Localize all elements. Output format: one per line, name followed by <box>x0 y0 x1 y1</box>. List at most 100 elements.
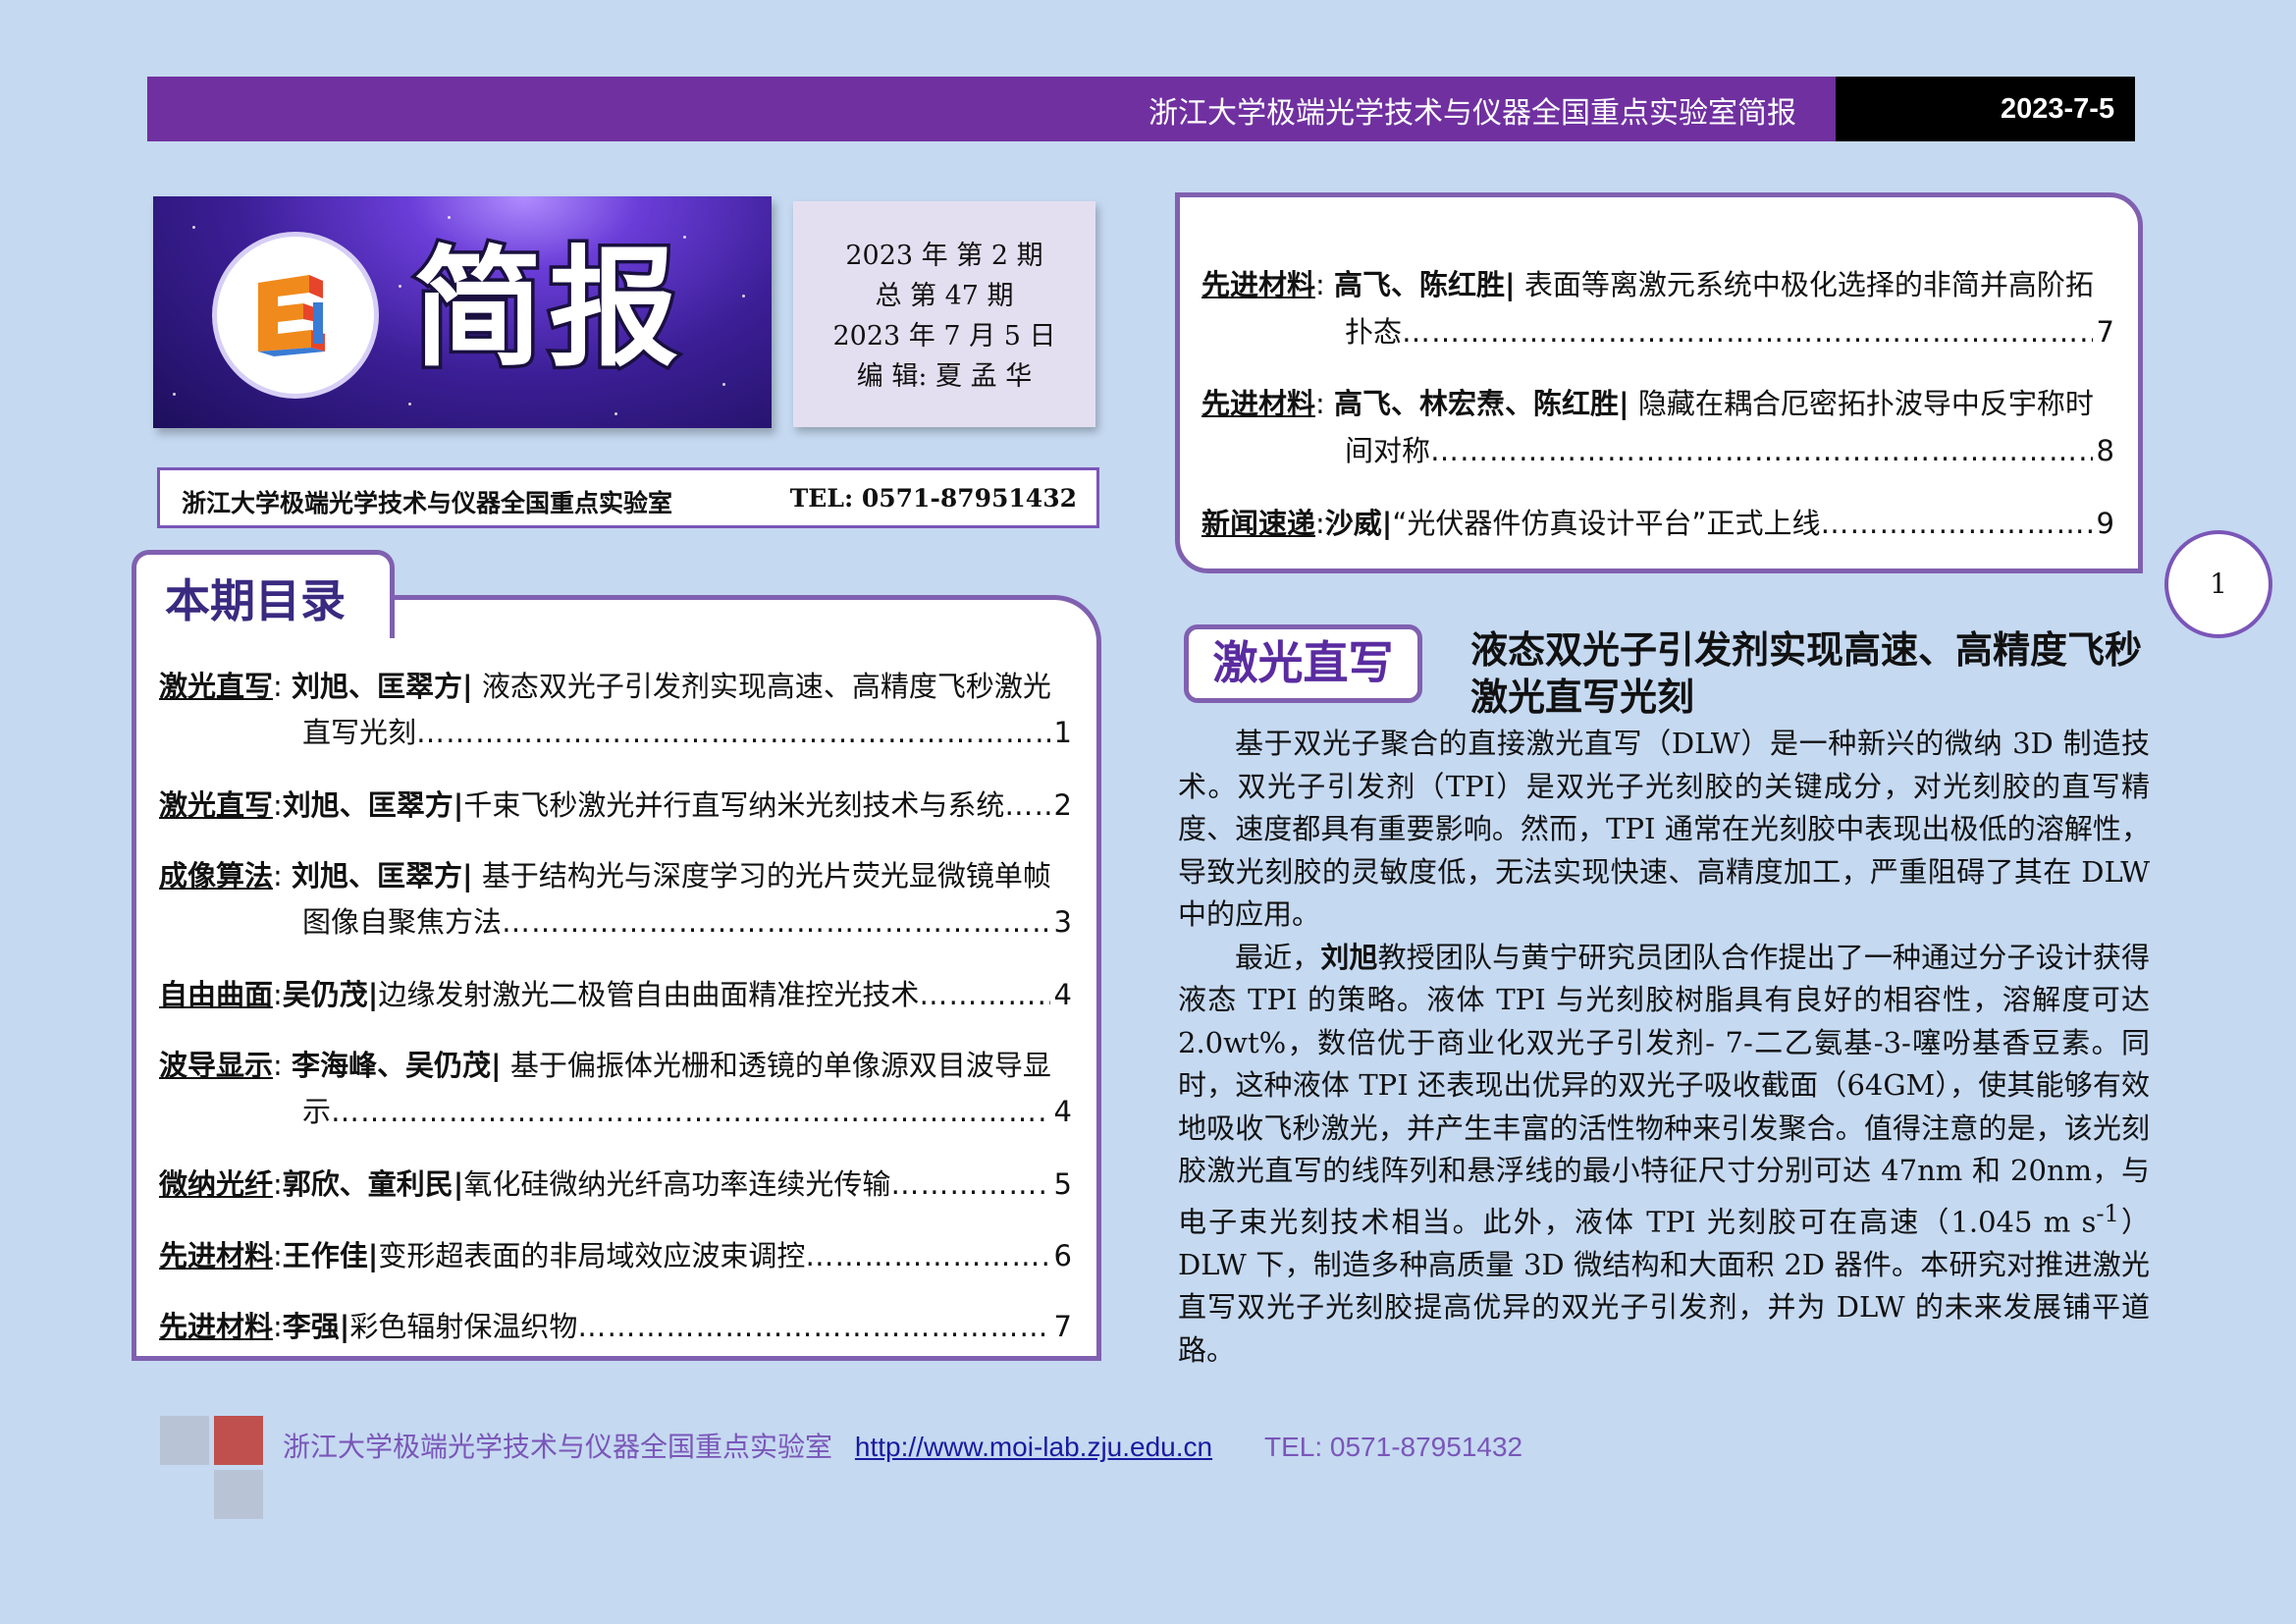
toc-authors: 刘旭、匡翠方| <box>292 859 473 893</box>
toc-title-text: 基于结构光与深度学习的光片荧光显微镜单帧 <box>472 859 1051 893</box>
toc-page: 7 <box>1053 1310 1072 1343</box>
footer-website-link[interactable]: http://www.moi-lab.zju.edu.cn <box>855 1432 1212 1462</box>
article-body: 基于双光子聚合的直接激光直写（DLW）是一种新兴的微纳 3D 制造技术。双光子引… <box>1178 723 2150 1372</box>
article-text: 教授团队与黄宁研究员团队合作提出了一种通过分子设计获得液态 TPI 的策略。液体… <box>1178 940 2150 1239</box>
footer-lab-name: 浙江大学极端光学技术与仪器全国重点实验室 <box>283 1431 833 1463</box>
toc-authors: 高飞、林宏焘、陈红胜| <box>1334 387 1629 420</box>
toc-title-text: 隐藏在耦合厄密拓扑波导中反宇称时 <box>1629 387 2094 420</box>
toc-entry[interactable]: 先进材料: 高飞、林宏焘、陈红胜| 隐藏在耦合厄密拓扑波导中反宇称时 间对称……… <box>1201 380 2114 474</box>
toc-authors: 李海峰、吴仍茂| <box>292 1049 502 1082</box>
toc-leader: …………………………………………………………………………………………………………… <box>890 1167 1049 1201</box>
toc-leader: …………………………………………………………………………………………………………… <box>1402 315 2093 349</box>
toc-entry[interactable]: 激光直写: 刘旭、匡翠方| 液态双光子引发剂实现高速、高精度飞秒激光 直写光刻…… <box>159 664 1072 756</box>
footer-decor-square <box>214 1470 263 1519</box>
toc-title-cont: 扑态 <box>1345 315 1403 349</box>
toc-title-text: 基于偏振体光栅和透镜的单像源双目波导显 <box>501 1049 1051 1082</box>
footer-decor-square <box>214 1416 263 1465</box>
toc-authors: 沙威| <box>1324 507 1393 540</box>
toc-title-text: 千束飞秒激光并行直写纳米光刻技术与系统 <box>463 788 1005 822</box>
toc-category: 先进材料 <box>1201 387 1316 420</box>
toc-category: 新闻速递 <box>1201 507 1316 540</box>
logo-banner: 简报 <box>153 196 772 428</box>
toc-category: 先进材料 <box>159 1239 274 1272</box>
toc-category: 激光直写 <box>159 670 274 703</box>
toc-leader: …………………………………………………………………………………………………………… <box>331 1095 1050 1128</box>
page-number: 1 <box>2164 530 2272 638</box>
toc-authors: 刘旭、匡翠方| <box>292 670 473 703</box>
issue-number: 2023 年 第 2 期 <box>845 241 1043 271</box>
footer: 浙江大学极端光学技术与仪器全国重点实验室 http://www.moi-lab.… <box>283 1426 1522 1465</box>
logo-word: 简报 <box>410 233 684 387</box>
toc-category: 波导显示 <box>159 1049 274 1082</box>
toc-title-text: 氧化硅微纳光纤高功率连续光传输 <box>463 1167 891 1201</box>
article-text: 最近， <box>1235 940 1321 974</box>
toc-entry[interactable]: 先进材料: 王作佳| 变形超表面的非局域效应波束调控……………………………………… <box>159 1233 1072 1279</box>
article-paragraph: 最近，刘旭教授团队与黄宁研究员团队合作提出了一种通过分子设计获得液态 TPI 的… <box>1178 937 2150 1373</box>
toc-page: 6 <box>1053 1239 1072 1272</box>
header-title: 浙江大学极端光学技术与仪器全国重点实验室简报 <box>1148 96 1796 131</box>
toc-leader: …………………………………………………………………………………………………………… <box>919 978 1049 1011</box>
toc-page: 2 <box>1053 788 1072 822</box>
toc-authors: 李强| <box>282 1310 350 1343</box>
toc-title: 本期目录 <box>165 574 346 627</box>
toc-title-text: 边缘发射激光二极管自由曲面精准控光技术 <box>378 978 920 1011</box>
toc-page: 4 <box>1053 978 1072 1011</box>
toc-category: 先进材料 <box>1201 268 1316 301</box>
toc-authors: 郭欣、童利民| <box>282 1167 464 1201</box>
toc-category: 微纳光纤 <box>159 1167 274 1201</box>
toc-entry[interactable]: 波导显示: 李海峰、吴仍茂| 基于偏振体光栅和透镜的单像源双目波导显 示…………… <box>159 1043 1072 1135</box>
footer-decor-square <box>160 1416 209 1465</box>
toc-authors: 王作佳| <box>282 1239 379 1272</box>
toc-page: 7 <box>2096 315 2114 349</box>
toc-leader: …………………………………………………………………………………………………………… <box>1820 507 2092 540</box>
toc-category: 成像算法 <box>159 859 274 893</box>
toc-entry[interactable]: 微纳光纤: 郭欣、童利民| 氧化硅微纳光纤高功率连续光传输……………………………… <box>159 1162 1072 1208</box>
toc-title-text: “光伏器件仿真设计平台”正式上线 <box>1392 507 1821 540</box>
toc-page: 1 <box>1053 716 1072 749</box>
toc-title-text: 彩色辐射保温织物 <box>349 1310 578 1343</box>
issue-total: 总 第 47 期 <box>875 281 1014 311</box>
toc-title-text: 表面等离激元系统中极化选择的非简并高阶拓 <box>1515 268 2094 301</box>
toc-category: 先进材料 <box>159 1310 274 1343</box>
toc-category: 激光直写 <box>159 788 274 822</box>
header-date: 2023-7-5 <box>1836 77 2135 141</box>
toc-leader: …………………………………………………………………………………………………………… <box>1004 788 1049 822</box>
toc-page: 8 <box>2096 434 2114 467</box>
article-category-tag: 激光直写 <box>1184 624 1422 703</box>
lab-info-bar: 浙江大学极端光学技术与仪器全国重点实验室 TEL: 0571-87951432 <box>157 467 1099 528</box>
toc-entry[interactable]: 成像算法: 刘旭、匡翠方| 基于结构光与深度学习的光片荧光显微镜单帧 图像自聚焦… <box>159 853 1072 946</box>
footer-tel: TEL: 0571-87951432 <box>1264 1432 1523 1462</box>
toc-entry[interactable]: 先进材料: 高飞、陈红胜| 表面等离激元系统中极化选择的非简并高阶拓 扑态………… <box>1201 261 2114 355</box>
toc-title-cont: 直写光刻 <box>302 716 417 749</box>
toc-page: 9 <box>2096 507 2114 540</box>
toc-title-cont: 图像自聚焦方法 <box>302 905 503 939</box>
article-title: 液态双光子引发剂实现高速、高精度飞秒激光直写光刻 <box>1470 628 2143 719</box>
issue-info: 2023 年 第 2 期 总 第 47 期 2023 年 7 月 5 日 编 辑… <box>793 201 1095 427</box>
issue-editor: 编 辑: 夏 孟 华 <box>856 361 1033 392</box>
toc-leader: …………………………………………………………………………………………………………… <box>502 905 1050 939</box>
toc-entry[interactable]: 激光直写: 刘旭、匡翠方| 千束飞秒激光并行直写纳米光刻技术与系统…………………… <box>159 783 1072 829</box>
toc-title-cont: 间对称 <box>1345 434 1431 467</box>
toc-title-text: 液态双光子引发剂实现高速、高精度飞秒激光 <box>472 670 1051 703</box>
toc-leader: …………………………………………………………………………………………………………… <box>1430 434 2093 467</box>
toc-category: 自由曲面 <box>159 978 274 1011</box>
toc-entry[interactable]: 先进材料: 李强| 彩色辐射保温织物…………………………………………………………… <box>159 1304 1072 1350</box>
lab-name: 浙江大学极端光学技术与仪器全国重点实验室 <box>182 489 673 517</box>
toc-entry[interactable]: 新闻速递: 沙威| “光伏器件仿真设计平台”正式上线……………………………………… <box>1201 500 2114 547</box>
toc-leader: …………………………………………………………………………………………………………… <box>577 1310 1049 1343</box>
article-paragraph: 基于双光子聚合的直接激光直写（DLW）是一种新兴的微纳 3D 制造技术。双光子引… <box>1178 727 2150 931</box>
toc-page: 4 <box>1053 1095 1072 1128</box>
toc-page: 3 <box>1053 905 1072 939</box>
toc-title-cont: 示 <box>302 1095 332 1128</box>
toc-entry[interactable]: 自由曲面: 吴仍茂| 边缘发射激光二极管自由曲面精准控光技术…………………………… <box>159 972 1072 1018</box>
toc-leader: …………………………………………………………………………………………………………… <box>416 716 1050 749</box>
article-author-name: 刘旭 <box>1320 940 1378 974</box>
toc-title-text: 变形超表面的非局域效应波束调控 <box>378 1239 806 1272</box>
toc-authors: 高飞、陈红胜| <box>1334 268 1516 301</box>
toc-page: 5 <box>1053 1167 1072 1201</box>
article-superscript: -1 <box>2096 1199 2119 1227</box>
header-banner: 浙江大学极端光学技术与仪器全国重点实验室简报 <box>147 77 1836 141</box>
lab-logo-icon <box>258 275 325 356</box>
toc-leader: …………………………………………………………………………………………………………… <box>805 1239 1049 1272</box>
toc-authors: 吴仍茂| <box>282 978 379 1011</box>
